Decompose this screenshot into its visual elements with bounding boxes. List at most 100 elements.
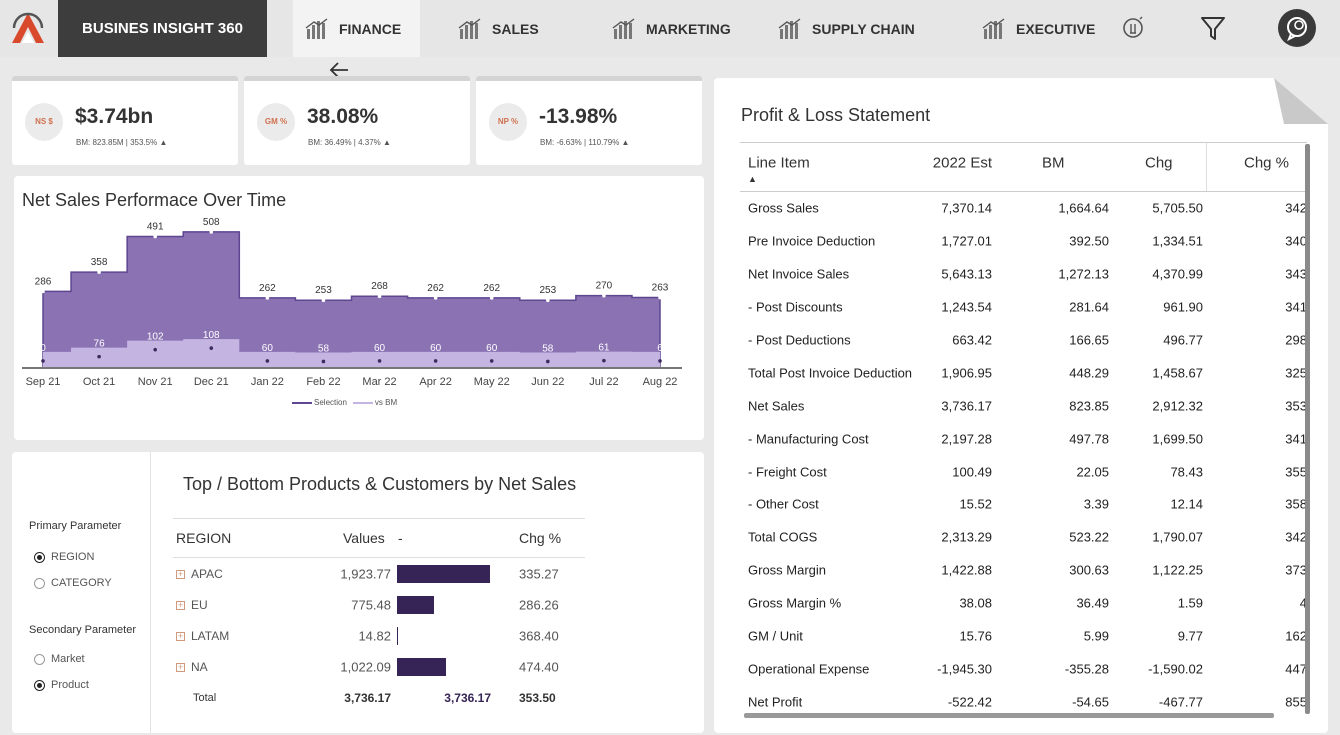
row-bar[interactable] xyxy=(397,595,435,614)
pl-bm-value: 36.49 xyxy=(1076,595,1109,611)
legend-item-bm[interactable]: vs BM xyxy=(352,398,397,407)
radio-category[interactable]: CATEGORY xyxy=(34,577,112,589)
net-sales-area-chart[interactable]: 286 0 Sep 21 358 76 Oct 21 491 102 Nov 21 508 108 D… xyxy=(14,206,704,426)
pl-table-row[interactable]: Gross Sales 7,370.14 1,664.64 5,705.50 342 xyxy=(740,192,1307,225)
pl-chg-value: 9.77 xyxy=(1177,628,1203,644)
table-row[interactable]: + NA 1,022.09 474.40 xyxy=(173,651,585,682)
x-tick-label: Jun 22 xyxy=(531,376,564,388)
pl-est-value: 2,313.29 xyxy=(941,529,992,545)
pl-table-row[interactable]: GM / Unit 15.76 5.99 9.77 162 xyxy=(740,620,1307,653)
pl-table-row[interactable]: Total Post Invoice Deduction 1,906.95 448.… xyxy=(740,356,1307,389)
pl-table-row[interactable]: Net Profit -522.42 -54.65 -467.77 855 xyxy=(740,685,1307,712)
tab-marketing[interactable]: MARKETING xyxy=(612,0,731,57)
row-value: 14.82 xyxy=(358,628,391,643)
pl-horizontal-scrollbar[interactable] xyxy=(744,713,1274,718)
header-region[interactable]: REGION xyxy=(176,530,231,546)
row-bar[interactable] xyxy=(397,626,398,645)
row-value: 775.48 xyxy=(351,597,391,612)
x-tick-label: Feb 22 xyxy=(306,376,340,388)
pl-table-row[interactable]: Gross Margin 1,422.88 300.63 1,122.25 373 xyxy=(740,554,1307,587)
pl-table-row[interactable]: Operational Expense -1,945.30 -355.28 -1,59… xyxy=(740,652,1307,685)
pl-table-row[interactable]: Pre Invoice Deduction 1,727.01 392.50 1,334… xyxy=(740,225,1307,258)
pl-vertical-scrollbar[interactable] xyxy=(1305,144,1310,714)
row-chg: 368.40 xyxy=(519,628,559,643)
kpi-benchmark: BM: 36.49% | 4.37% ▲ xyxy=(308,138,391,147)
expand-icon[interactable]: + xyxy=(176,662,185,672)
pl-table-row[interactable]: - Post Discounts 1,243.54 281.64 961.90 341 xyxy=(740,291,1307,324)
header-bar[interactable]: - xyxy=(398,530,403,546)
data-label-selection: 253 xyxy=(539,285,556,296)
pl-chg-pct-value: 855 xyxy=(1285,694,1307,710)
pl-table-row[interactable]: Total COGS 2,313.29 523.22 1,790.07 342 xyxy=(740,521,1307,554)
expand-icon[interactable]: + xyxy=(176,631,185,641)
atliq-logo-icon[interactable] xyxy=(8,10,48,46)
tab-sales-label: SALES xyxy=(492,20,539,37)
pl-table-row[interactable]: Net Invoice Sales 5,643.13 1,272.13 4,370.9… xyxy=(740,258,1307,291)
tab-finance[interactable]: FINANCE xyxy=(293,0,420,57)
kpi-card-net-sales[interactable]: NS $ $3.74bn BM: 823.85M | 353.5% ▲ xyxy=(12,76,238,165)
kpi-card-net-profit[interactable]: NP % -13.98% BM: -6.63% | 110.79% ▲ xyxy=(476,76,702,165)
pl-table-row[interactable]: - Manufacturing Cost 2,197.28 497.78 1,699.… xyxy=(740,422,1307,455)
pl-bm-value: 166.65 xyxy=(1069,332,1109,348)
pl-bm-value: 448.29 xyxy=(1069,365,1109,381)
radio-dot[interactable] xyxy=(34,679,45,691)
kpi-value: 38.08% xyxy=(307,105,379,128)
x-tick-label: Nov 21 xyxy=(138,376,173,388)
pl-table-row[interactable]: Net Sales 3,736.17 823.85 2,912.32 353 xyxy=(740,389,1307,422)
header-bm[interactable]: BM xyxy=(1042,155,1065,172)
pl-bm-value: 523.22 xyxy=(1069,529,1109,545)
expand-icon[interactable]: + xyxy=(176,569,185,579)
sort-asc-icon[interactable]: ▲ xyxy=(748,174,757,184)
header-chg-pct[interactable]: Chg % xyxy=(1244,155,1289,172)
radio-product[interactable]: Product xyxy=(34,679,89,691)
radio-region[interactable]: REGION xyxy=(34,551,94,563)
table-header: REGION Values - Chg % xyxy=(173,518,585,558)
data-label-selection: 262 xyxy=(427,283,444,294)
pl-line-item: GM / Unit xyxy=(748,628,803,644)
header-values[interactable]: Values xyxy=(343,530,385,546)
header-line-item[interactable]: Line Item xyxy=(748,155,810,172)
point-bm xyxy=(433,359,438,363)
radio-dot[interactable] xyxy=(34,653,45,665)
pl-table-row[interactable]: Gross Margin % 38.08 36.49 1.59 4 xyxy=(740,587,1307,620)
chat-avatar-icon[interactable] xyxy=(1277,8,1317,48)
pl-est-value: 1,422.88 xyxy=(941,562,992,578)
point-bm xyxy=(321,359,326,364)
pl-est-value: 1,906.95 xyxy=(941,365,992,381)
filter-icon[interactable] xyxy=(1196,8,1230,48)
tab-sales[interactable]: SALES xyxy=(458,0,539,57)
top-bottom-table: REGION Values - Chg % + APAC 1,923.77 335.2… xyxy=(173,518,585,713)
top-bottom-title: Top / Bottom Products & Customers by Net… xyxy=(183,474,577,494)
radio-market[interactable]: Market xyxy=(34,653,85,665)
total-chg: 353.50 xyxy=(519,690,556,705)
header-2022-est[interactable]: 2022 Est xyxy=(933,155,992,172)
pl-table-row[interactable]: - Freight Cost 100.49 22.05 78.43 355 xyxy=(740,455,1307,488)
pl-table-row[interactable]: - Post Deductions 663.42 166.65 496.77 298 xyxy=(740,324,1307,357)
pl-chg-pct-value: 341 xyxy=(1285,299,1307,315)
expand-icon[interactable]: + xyxy=(176,600,185,610)
table-row[interactable]: + EU 775.48 286.26 xyxy=(173,589,585,620)
header-chg[interactable]: Chg xyxy=(1145,155,1173,172)
tab-executive[interactable]: EXECUTIVE xyxy=(982,0,1095,57)
table-row[interactable]: + APAC 1,923.77 335.27 xyxy=(173,558,585,589)
pl-chg-value: -1,590.02 xyxy=(1148,661,1203,677)
header-chg[interactable]: Chg % xyxy=(519,530,561,546)
point-bm xyxy=(209,346,214,350)
pl-chg-value: 1,122.25 xyxy=(1152,562,1203,578)
lightbulb-icon[interactable] xyxy=(1118,8,1148,48)
row-label: + EU xyxy=(176,597,208,612)
point-bm xyxy=(658,359,662,363)
kpi-card-gross-margin[interactable]: GM % 38.08% BM: 36.49% | 4.37% ▲ xyxy=(244,76,470,165)
data-label-selection: 268 xyxy=(371,281,388,292)
pl-est-value: 15.52 xyxy=(959,496,992,512)
kpi-badge: GM % xyxy=(257,103,295,141)
table-row[interactable]: + LATAM 14.82 368.40 xyxy=(173,620,585,651)
tab-supply-chain[interactable]: SUPPLY CHAIN xyxy=(778,0,915,57)
legend-item-selection[interactable]: Selection xyxy=(292,398,347,407)
data-label-selection: 508 xyxy=(203,217,220,228)
pl-table-row[interactable]: - Other Cost 15.52 3.39 12.14 358 xyxy=(740,488,1307,521)
row-bar[interactable] xyxy=(397,564,490,583)
radio-dot[interactable] xyxy=(34,551,45,563)
row-bar[interactable] xyxy=(397,657,447,676)
radio-dot[interactable] xyxy=(34,577,45,589)
